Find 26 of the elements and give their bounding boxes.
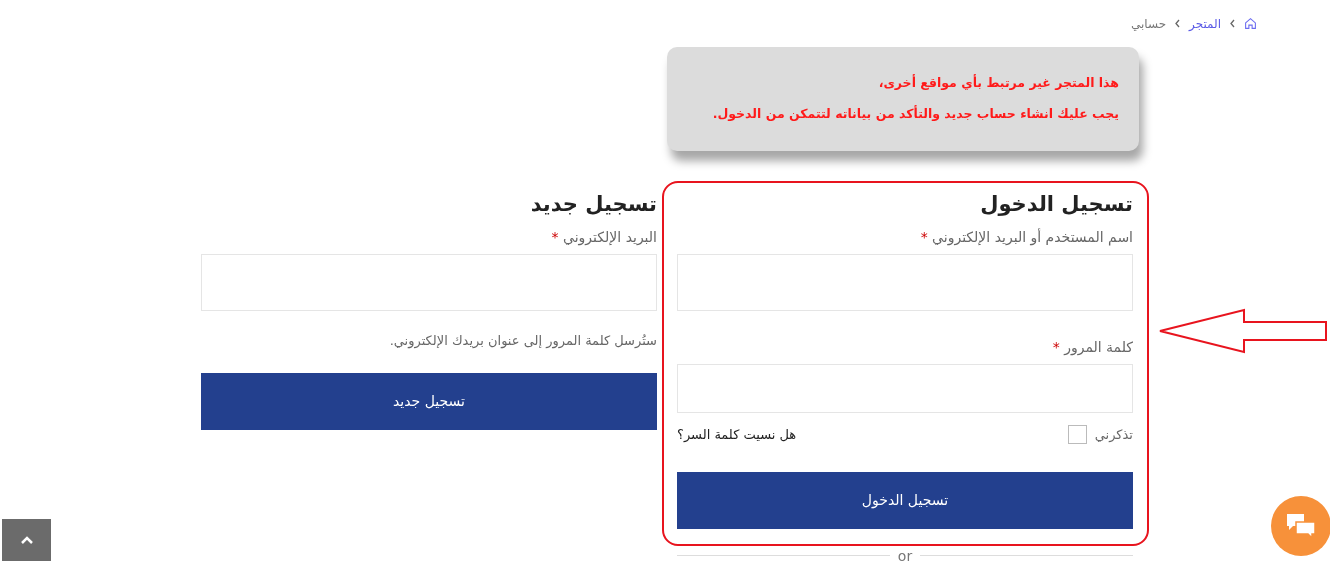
scroll-top-button[interactable]	[2, 519, 51, 561]
field-label: كلمة المرور *	[1052, 338, 1133, 358]
remember-checkbox[interactable]	[1067, 425, 1087, 445]
register-heading: تسجيل جديد	[529, 191, 657, 218]
arrow-icon	[1158, 308, 1330, 354]
input-field[interactable]	[677, 254, 1133, 311]
chevron-up-icon	[20, 536, 33, 544]
notice-text: يجب عليك انشاء حساب جديد والتأكد من بياناته لتتمكن من الدخول.	[711, 105, 1119, 123]
field-label: اسم المستخدم أو البريد الإلكتروني *	[920, 227, 1133, 248]
notice-text: هذا المتجر غير مرتبط بأي مواقع أخرى،	[877, 74, 1119, 93]
login-heading: تسجيل الدخول	[979, 191, 1133, 218]
field-label: البريد الإلكتروني *	[551, 228, 657, 248]
input-field[interactable]	[201, 254, 657, 311]
input-field[interactable]	[677, 364, 1133, 413]
breadcrumb-current: حسابي	[1130, 15, 1167, 33]
chevron-icon	[1229, 19, 1236, 28]
register-note: ستُرسل كلمة المرور إلى عنوان بريدك الإلكتروني.	[388, 332, 657, 351]
home-icon[interactable]	[1244, 17, 1257, 30]
register-button[interactable]: تسجيل جديد	[201, 372, 657, 430]
forgot-password-link[interactable]: هل نسيت كلمة السر؟	[677, 425, 797, 445]
checkbox-label: تذكرني	[1094, 426, 1133, 444]
breadcrumb-link[interactable]: المتجر	[1189, 14, 1221, 33]
chevron-icon	[1174, 19, 1182, 28]
divider-label: or	[897, 550, 913, 561]
chat-button[interactable]	[1271, 496, 1330, 556]
login-button[interactable]: تسجيل الدخول	[677, 471, 1133, 529]
